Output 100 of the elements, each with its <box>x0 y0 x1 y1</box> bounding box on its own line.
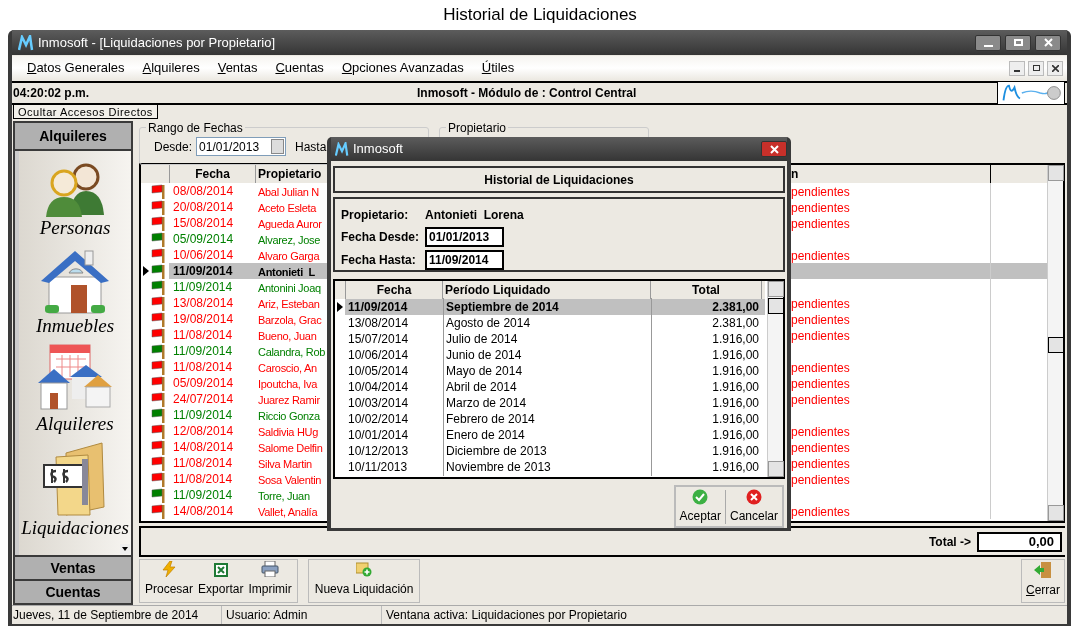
toolbar-button[interactable]: Nueva Liquidación <box>312 561 416 601</box>
table-cell: Calandra, Rob <box>258 346 326 358</box>
menu-item[interactable]: Útiles <box>481 58 515 78</box>
table-cell: pendientes <box>791 473 850 487</box>
table-cell: Antonini Joaq <box>258 282 321 294</box>
close-window-button[interactable]: Cerrar <box>1021 559 1065 603</box>
menu-item[interactable]: Opciones Avanzadas <box>341 58 464 78</box>
table-cell-text: 11/09/2014 <box>172 263 234 280</box>
table-cell: Alvarez, Jose <box>258 234 321 246</box>
table-cell-text: 10/04/2014 <box>347 379 410 396</box>
table-cell: 1.916,00 <box>651 362 762 380</box>
table-row[interactable]: 10/04/2014 Abril de 2014 1.916,00 <box>335 379 765 395</box>
status-user: Usuario: Admin <box>222 606 382 624</box>
flag-icon <box>151 359 167 375</box>
table-cell: pendientes <box>791 441 850 455</box>
module-title: Inmosoft - Módulo de : Control Central <box>417 85 637 102</box>
table-cell: Caroscio, An <box>258 362 317 374</box>
table-cell-text: 11/09/2014 <box>172 279 234 296</box>
table-cell: pendientes <box>791 505 850 519</box>
flag-icon <box>151 343 167 359</box>
flag-icon <box>151 231 167 247</box>
shortcut-label[interactable]: Personas <box>39 217 111 239</box>
toggle-shortcuts-button[interactable]: Ocultar Accesos Directos <box>13 105 158 119</box>
status-active-window: Ventana activa: Liquidaciones por Propietario <box>382 606 627 624</box>
table-cell: Febrero de 2014 <box>443 410 651 428</box>
shortcut-label[interactable]: Alquileres <box>36 413 114 435</box>
toolbar-button[interactable]: Exportar <box>196 561 246 601</box>
table-cell: pendientes <box>791 249 850 263</box>
field-label: Propietario: <box>341 206 410 224</box>
table-cell-text: 13/08/2014 <box>172 295 235 312</box>
minimize-button[interactable] <box>975 34 1001 51</box>
menu-item[interactable]: Cuentas <box>275 58 324 78</box>
table-cell: pendientes <box>791 217 850 231</box>
scrollbar[interactable] <box>1047 165 1063 521</box>
table-row[interactable]: 10/11/2013 Noviembre de 2013 1.916,00 <box>335 459 765 475</box>
shortcut-label[interactable]: Liquidaciones <box>21 517 129 539</box>
table-cell: 1.916,00 <box>651 410 762 428</box>
toolbar-button[interactable]: Imprimir <box>246 561 294 601</box>
flag-icon <box>151 487 167 503</box>
close-button[interactable] <box>1035 34 1061 51</box>
table-row[interactable]: 10/02/2014 Febrero de 2014 1.916,00 <box>335 411 765 427</box>
scrollbar[interactable] <box>767 281 783 477</box>
table-cell: Antonieti L <box>258 266 315 278</box>
menu-item[interactable]: Ventas <box>217 58 258 78</box>
table-row[interactable]: 10/05/2014 Mayo de 2014 1.916,00 <box>335 363 765 379</box>
flag-icon <box>151 439 167 455</box>
dialog-button[interactable]: Cancelar <box>727 487 780 526</box>
row-pointer-icon <box>143 266 149 276</box>
table-cell: 1.916,00 <box>651 442 762 460</box>
table-row[interactable]: 10/01/2014 Enero de 2014 1.916,00 <box>335 427 765 443</box>
table-cell: 1.916,00 <box>651 458 762 476</box>
close-button[interactable] <box>1047 60 1063 76</box>
flag-icon <box>151 279 167 295</box>
table-row[interactable]: 10/12/2013 Diciembre de 2013 1.916,00 <box>335 443 765 459</box>
app-logo-icon <box>335 141 349 157</box>
table-row[interactable]: 15/07/2014 Julio de 2014 1.916,00 <box>335 331 765 347</box>
table-cell: pendientes <box>791 329 850 343</box>
field-label: Desde: <box>154 138 193 156</box>
table-cell: Abril de 2014 <box>443 378 651 396</box>
table-cell: Aceto Esleta <box>258 202 317 214</box>
table-row[interactable]: 11/09/2014 Septiembre de 2014 2.381,00 <box>335 299 765 315</box>
table-row[interactable]: 13/08/2014 Agosto de 2014 2.381,00 <box>335 315 765 331</box>
table-cell-text: 12/08/2014 <box>172 423 235 440</box>
table-row[interactable]: 10/06/2014 Junio de 2014 1.916,00 <box>335 347 765 363</box>
folder-money-icon <box>42 441 108 517</box>
row-pointer-icon <box>337 302 343 312</box>
close-icon <box>769 144 779 154</box>
toolbar-button[interactable]: Procesar <box>143 561 196 601</box>
flag-icon <box>151 247 167 263</box>
table-cell: Sosa Valentin <box>258 474 322 486</box>
menu-item[interactable]: Datos Generales <box>27 58 125 78</box>
dialog-button[interactable]: Aceptar <box>677 487 723 526</box>
table-cell-text: 19/08/2014 <box>172 311 235 328</box>
app-logo-icon <box>18 34 34 51</box>
section-header[interactable]: Ventas <box>15 557 131 579</box>
shortcut-label[interactable]: Inmuebles <box>35 315 115 337</box>
minimize-button[interactable] <box>1009 60 1025 76</box>
maximize-button[interactable] <box>1005 34 1031 51</box>
menu-item[interactable]: Alquileres <box>142 58 200 78</box>
close-icon <box>1043 38 1053 47</box>
table-cell: Vallet, Analía <box>258 506 318 518</box>
table-cell-text: 14/08/2014 <box>172 439 235 456</box>
restore-button[interactable] <box>1028 60 1044 76</box>
table-cell-text: 11/09/2014 <box>172 343 234 360</box>
table-cell: Torre, Juan <box>258 490 310 502</box>
table-cell: 2.381,00 <box>651 298 762 316</box>
date-field[interactable]: 01/01/2013 <box>196 137 287 156</box>
section-header[interactable]: Cuentas <box>15 581 131 603</box>
table-cell-text: 11/08/2014 <box>172 471 234 488</box>
table-cell-text: 13/08/2014 <box>347 315 410 332</box>
scroll-down-icon[interactable] <box>120 544 130 554</box>
section-header[interactable]: Alquileres <box>15 123 131 149</box>
total-label: Total -> <box>928 533 971 551</box>
table-cell: 2.381,00 <box>651 314 762 332</box>
table-cell: Juarez Ramir <box>258 394 320 406</box>
table-row[interactable]: 10/03/2014 Marzo de 2014 1.916,00 <box>335 395 765 411</box>
close-button[interactable] <box>761 141 787 157</box>
dialog-heading: Historial de Liquidaciones <box>333 166 785 193</box>
clock-text: 04:20:02 p.m. <box>12 85 91 102</box>
column-header[interactable]: Fecha <box>169 165 256 183</box>
